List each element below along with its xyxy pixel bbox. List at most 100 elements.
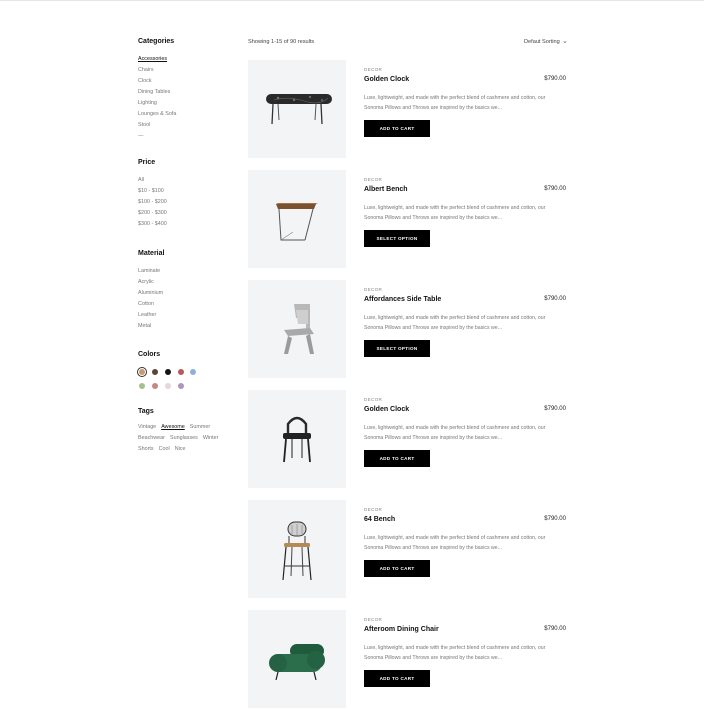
product-description: Luxe, lightweight, and made with the per…: [364, 205, 546, 221]
product-description: Luxe, lightweight, and made with the per…: [364, 95, 546, 111]
product-category: DECOR: [364, 397, 383, 402]
product-price: $790.00: [544, 296, 566, 302]
product-image[interactable]: [248, 170, 346, 268]
category-item[interactable]: Accessories: [138, 54, 176, 65]
tag-link[interactable]: Beachwear: [138, 435, 165, 442]
top-divider: [0, 0, 704, 1]
product-category: DECOR: [364, 67, 383, 72]
material-title: Material: [138, 250, 165, 257]
product-card: DECOR Albert Bench $790.00 Luxe, lightwe…: [248, 170, 568, 270]
price-widget: Price All $10 - $100 $100 - $200 $200 - …: [138, 159, 167, 230]
add-to-cart-button[interactable]: ADD TO CART: [364, 450, 430, 467]
product-category: DECOR: [364, 617, 383, 622]
price-filter-item[interactable]: $100 - $200: [138, 197, 167, 208]
material-filter-item[interactable]: Laminate: [138, 266, 164, 277]
price-filter-item[interactable]: $200 - $300: [138, 208, 167, 219]
color-swatch-black[interactable]: [165, 369, 171, 375]
product-description: Luxe, lightweight, and made with the per…: [364, 425, 546, 441]
color-swatch-lavender[interactable]: [178, 383, 184, 389]
product-card: DECOR Golden Clock $790.00 Luxe, lightwe…: [248, 60, 568, 160]
tag-link[interactable]: Vintage: [138, 424, 156, 431]
color-swatch-blush[interactable]: [165, 383, 171, 389]
tag-link[interactable]: Winter: [203, 435, 219, 442]
product-image[interactable]: [248, 60, 346, 158]
select-option-button[interactable]: SELECT OPTION: [364, 340, 430, 357]
color-swatch-tan[interactable]: [137, 367, 147, 377]
sorting-dropdown[interactable]: Defaut Sorting: [524, 39, 567, 45]
price-filter-item[interactable]: $300 - $400: [138, 219, 167, 230]
tag-link[interactable]: Sunglasses: [170, 435, 198, 442]
tag-link[interactable]: Awesome: [161, 424, 185, 431]
category-item[interactable]: Lounges & Sofa: [138, 109, 176, 120]
category-item[interactable]: Lighting: [138, 98, 176, 109]
tag-link[interactable]: Nice: [175, 446, 186, 453]
categories-widget: Categories Accessories Chairs Clock Dini…: [138, 38, 176, 142]
category-item[interactable]: Stool: [138, 120, 176, 131]
colors-widget: Colors: [137, 351, 208, 397]
sorting-label: Defaut Sorting: [524, 39, 560, 45]
product-price: $790.00: [544, 516, 566, 522]
product-price: $790.00: [544, 76, 566, 82]
product-image[interactable]: [248, 390, 346, 488]
tag-link[interactable]: Shorts: [138, 446, 154, 453]
product-card: DECOR Afteroom Dining Chair $790.00 Luxe…: [248, 610, 568, 710]
result-count: Showing 1-15 of 90 results: [248, 39, 315, 45]
product-name[interactable]: Afteroom Dining Chair: [364, 626, 439, 633]
product-image[interactable]: [248, 610, 346, 708]
grey-chair-image: [284, 304, 314, 354]
color-swatch-red[interactable]: [178, 369, 184, 375]
product-category: DECOR: [364, 287, 383, 292]
product-name[interactable]: 64 Bench: [364, 516, 395, 523]
product-description: Luxe, lightweight, and made with the per…: [364, 535, 546, 551]
product-image[interactable]: [248, 280, 346, 378]
category-item[interactable]: Clock: [138, 76, 176, 87]
black-stool-image: [283, 416, 311, 463]
product-description: Luxe, lightweight, and made with the per…: [364, 645, 546, 661]
colors-title: Colors: [138, 351, 161, 358]
color-swatch-rose[interactable]: [152, 383, 158, 389]
product-name[interactable]: Albert Bench: [364, 186, 408, 193]
product-price: $790.00: [544, 406, 566, 412]
chevron-down-icon: [563, 41, 567, 43]
product-price: $790.00: [544, 626, 566, 632]
product-price: $790.00: [544, 186, 566, 192]
material-widget: Material Laminate Acrylic Aluminium Cott…: [138, 250, 164, 332]
price-filter-item[interactable]: All: [138, 175, 167, 186]
material-filter-item[interactable]: Acrylic: [138, 277, 164, 288]
categories-title: Categories: [138, 38, 175, 45]
add-to-cart-button[interactable]: ADD TO CART: [364, 670, 430, 687]
tag-link[interactable]: Cool: [159, 446, 170, 453]
add-to-cart-button[interactable]: ADD TO CART: [364, 560, 430, 577]
color-swatch-blue[interactable]: [190, 369, 196, 375]
product-card: DECOR 64 Bench $790.00 Luxe, lightweight…: [248, 500, 568, 600]
tag-link[interactable]: Summer: [190, 424, 210, 431]
product-name[interactable]: Golden Clock: [364, 406, 409, 413]
product-card: DECOR Golden Clock $790.00 Luxe, lightwe…: [248, 390, 568, 490]
product-name[interactable]: Affordances Side Table: [364, 296, 441, 303]
color-swatch-green[interactable]: [139, 383, 145, 389]
material-filter-item[interactable]: Leather: [138, 310, 164, 321]
color-swatch-brown[interactable]: [152, 369, 158, 375]
tags-widget: Tags Vintage Awesome Summer Beachwear Su…: [138, 408, 248, 453]
green-sofa-image: [269, 644, 325, 681]
category-more[interactable]: —: [138, 131, 176, 142]
bar-stool-image: [282, 521, 312, 581]
product-category: DECOR: [364, 177, 383, 182]
product-image[interactable]: [248, 500, 346, 598]
product-name[interactable]: Golden Clock: [364, 76, 409, 83]
category-item[interactable]: Dining Tables: [138, 87, 176, 98]
add-to-cart-button[interactable]: ADD TO CART: [364, 120, 430, 137]
product-description: Luxe, lightweight, and made with the per…: [364, 315, 546, 331]
product-card: DECOR Affordances Side Table $790.00 Lux…: [248, 280, 568, 380]
product-category: DECOR: [364, 507, 383, 512]
tags-title: Tags: [138, 408, 154, 415]
price-title: Price: [138, 159, 156, 166]
material-filter-item[interactable]: Cotton: [138, 299, 164, 310]
marble-bench-image: [266, 94, 332, 125]
material-filter-item[interactable]: Aluminium: [138, 288, 164, 299]
wood-side-table-image: [276, 203, 318, 241]
price-filter-item[interactable]: $10 - $100: [138, 186, 167, 197]
category-item[interactable]: Chairs: [138, 65, 176, 76]
material-filter-item[interactable]: Metal: [138, 321, 164, 332]
select-option-button[interactable]: SELECT OPTION: [364, 230, 430, 247]
